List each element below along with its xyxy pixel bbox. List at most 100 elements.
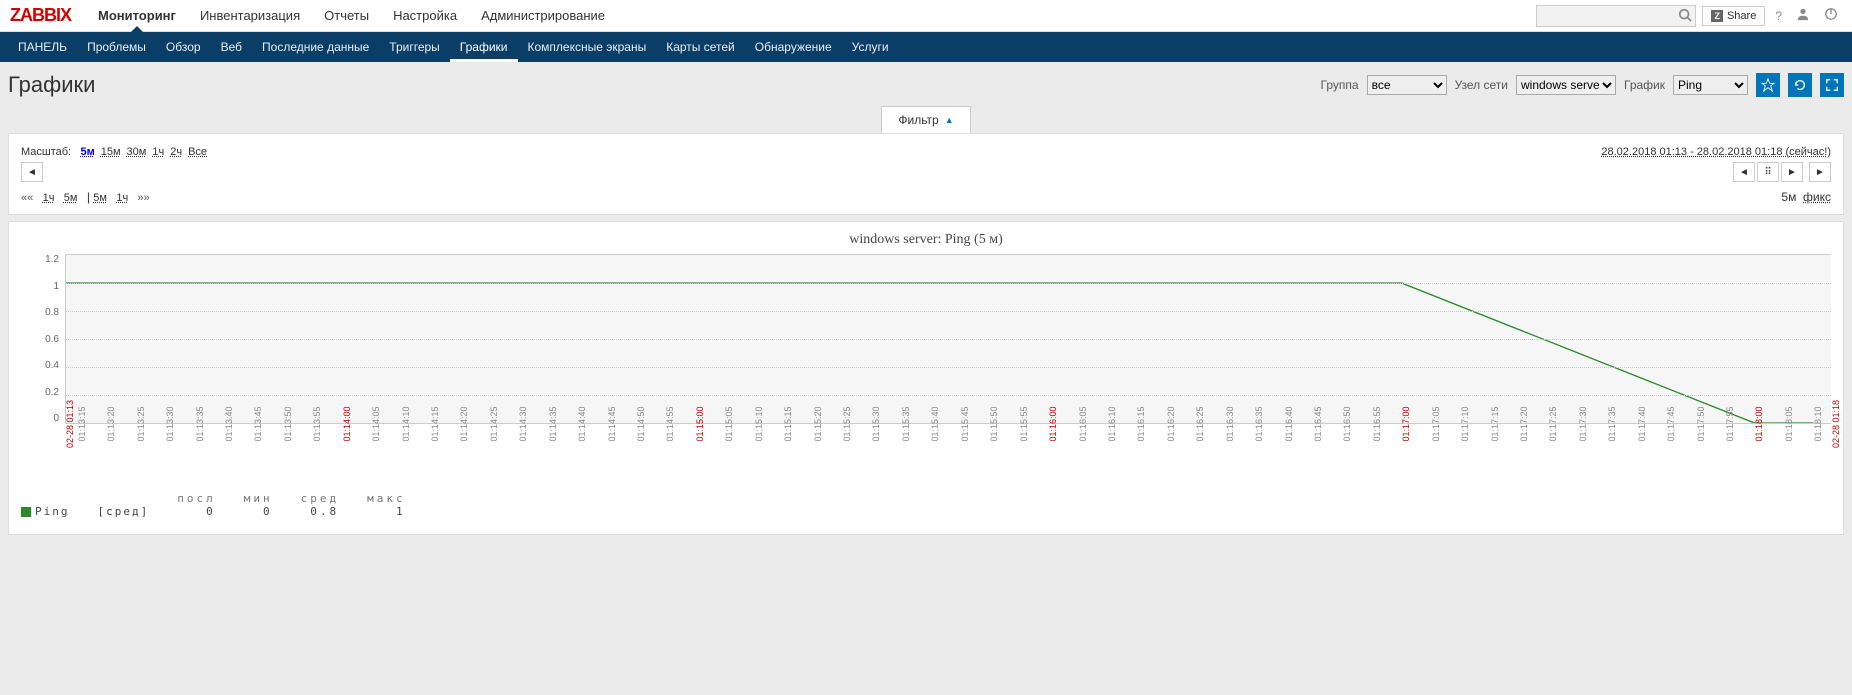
move-l-1h[interactable]: 1ч [43,192,55,204]
chart-title: windows server: Ping (5 м) [21,232,1831,248]
scale-2ч[interactable]: 2ч [170,146,182,158]
filter-bar: Группа все Узел сети windows server Граф… [1321,73,1844,97]
xtick: 01:15:30 [871,406,881,441]
xtick: 01:16:30 [1225,406,1235,441]
group-select[interactable]: все [1367,75,1447,95]
help-icon[interactable]: ? [1771,9,1786,23]
search-icon[interactable] [1678,8,1692,25]
nav-left-button[interactable]: ◄ [1733,162,1755,182]
subnav-Обзор[interactable]: Обзор [156,32,211,62]
xtick: 01:18:00 [1754,406,1764,441]
ytick: 1 [21,281,59,292]
xtick: 01:14:00 [342,406,352,441]
xtick: 01:14:25 [489,406,499,441]
host-select[interactable]: windows server [1516,75,1616,95]
move-l-5m[interactable]: 5м [64,192,78,204]
topnav-Мониторинг[interactable]: Мониторинг [86,0,188,31]
scale-label: Масштаб: [21,146,71,158]
xtick: 01:16:50 [1342,406,1352,441]
ytick: 0.4 [21,360,59,371]
group-label: Группа [1321,78,1359,92]
subnav-Триггеры[interactable]: Триггеры [379,32,450,62]
refresh-button[interactable] [1788,73,1812,97]
search-input[interactable] [1536,5,1696,27]
xtick: 01:16:15 [1136,406,1146,441]
xtick: 01:14:30 [518,406,528,441]
prev-button[interactable]: ◄ [21,162,43,182]
move-r-5m[interactable]: 5м [93,192,107,204]
graph-label: График [1624,78,1665,92]
subnav-Последние данные[interactable]: Последние данные [252,32,379,62]
filter-toggle[interactable]: Фильтр ▲ [881,106,970,133]
legend-stat-мин: мин0 [244,492,273,518]
sub-nav: ПАНЕЛЬПроблемыОбзорВебПоследние данныеТр… [0,32,1852,62]
xtick: 01:13:30 [165,406,175,441]
legend-swatch [21,507,31,517]
subnav-Проблемы[interactable]: Проблемы [77,32,156,62]
plot-area[interactable] [65,254,1831,424]
fullscreen-button[interactable] [1820,73,1844,97]
xtick: 01:13:35 [195,406,205,441]
xtick: 01:16:00 [1048,406,1058,441]
xtick: 01:13:15 [77,406,87,441]
xtick: 01:13:25 [136,406,146,441]
move-first[interactable]: «« [21,192,33,204]
move-last[interactable]: »» [138,192,150,204]
favorite-button[interactable] [1756,73,1780,97]
xtick: 01:15:40 [930,406,940,441]
xtick: 01:15:10 [754,406,764,441]
graph-select[interactable]: Ping [1673,75,1748,95]
move-fix[interactable]: фикс [1803,190,1831,204]
legend-stat-сред: сред0.8 [301,492,340,518]
subnav-Комплексные экраны[interactable]: Комплексные экраны [518,32,657,62]
legend-series: Ping [21,505,70,518]
share-button[interactable]: Z Share [1702,6,1765,26]
move-r-1h[interactable]: 1ч [116,192,128,204]
xtick: 01:14:45 [607,406,617,441]
move-right-label: 5м [1781,190,1796,204]
host-label: Узел сети [1455,78,1508,92]
topnav-Отчеты[interactable]: Отчеты [312,0,381,31]
xtick: 01:16:55 [1372,406,1382,441]
scale-1ч[interactable]: 1ч [152,146,164,158]
xtick: 01:14:35 [548,406,558,441]
xtick: 01:13:45 [253,406,263,441]
time-range[interactable]: 28.02.2018 01:13 - 28.02.2018 01:18 (сей… [1601,146,1831,158]
ytick: 0.6 [21,334,59,345]
topnav-Инвентаризация[interactable]: Инвентаризация [188,0,312,31]
user-icon[interactable] [1792,7,1814,24]
scale-30м[interactable]: 30м [127,146,147,158]
nav-drag-button[interactable]: ⠿ [1757,162,1779,182]
ytick: 1.2 [21,254,59,265]
scale-5м[interactable]: 5м [80,146,94,158]
scale-Все[interactable]: Все [188,146,207,158]
chart-panel: windows server: Ping (5 м) 1.210.80.60.4… [8,221,1844,535]
topnav-Настройка[interactable]: Настройка [381,0,469,31]
legend-stat-посл: посл0 [177,492,216,518]
ytick: 0 [21,413,59,424]
xtick: 01:15:05 [724,406,734,441]
time-controls: Масштаб: 5м 15м 30м 1ч 2ч Все ◄ 28.02.2018 01… [8,133,1844,215]
xtick: 01:14:40 [577,406,587,441]
subnav-Обнаружение[interactable]: Обнаружение [745,32,842,62]
xtick: 01:14:50 [636,406,646,441]
nav-right-button[interactable]: ► [1781,162,1803,182]
xtick: 01:14:05 [371,406,381,441]
xtick: 01:17:20 [1519,406,1529,441]
share-label: Share [1727,10,1756,22]
nav-end-button[interactable]: ► [1809,162,1831,182]
subnav-Веб[interactable]: Веб [211,32,252,62]
topnav-Администрирование[interactable]: Администрирование [469,0,617,31]
legend-stat-макс: макс1 [367,492,406,518]
topbar-right: Z Share ? [1536,5,1842,27]
subnav-Карты сетей[interactable]: Карты сетей [656,32,745,62]
power-icon[interactable] [1820,7,1842,24]
subnav-Услуги[interactable]: Услуги [842,32,899,62]
xtick: 01:13:40 [224,406,234,441]
scale-15м[interactable]: 15м [101,146,121,158]
legend: Ping[сред]посл0мин0сред0.8макс1 [21,492,1831,518]
xtick: 01:17:05 [1431,406,1441,441]
x-axis: 02-28 01:1301:13:1501:13:2001:13:2501:13… [65,424,1831,484]
subnav-ПАНЕЛЬ[interactable]: ПАНЕЛЬ [8,32,77,62]
subnav-Графики[interactable]: Графики [450,32,518,62]
